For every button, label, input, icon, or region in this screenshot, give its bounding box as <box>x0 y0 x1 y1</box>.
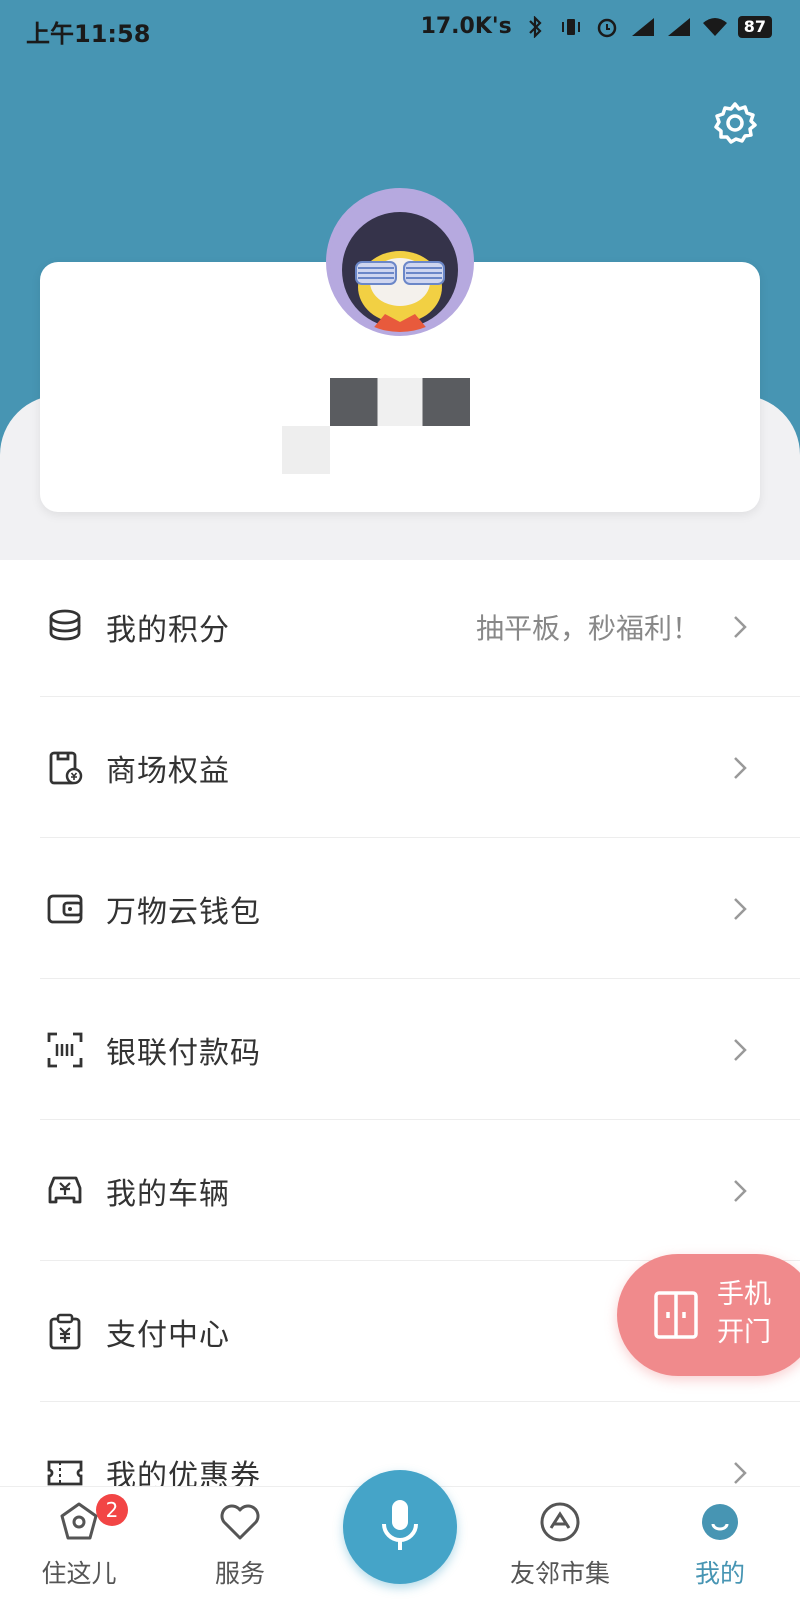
scan-code-icon <box>47 1032 83 1067</box>
tab-label: 服务 <box>214 1559 265 1588</box>
chevron-right-icon <box>734 1461 747 1484</box>
menu-label: 万物云钱包 <box>106 894 261 930</box>
wifi-icon <box>702 17 727 36</box>
menu-list: 我的积分 抽平板，秒福利！ 商场权益 万物云钱包 银联付款码 我的车辆 支付中心… <box>0 556 800 1543</box>
status-time: 上午11:58 <box>26 20 151 48</box>
network-speed: 17.0K's <box>420 14 512 39</box>
menu-item-points[interactable]: 我的积分 抽平板，秒福利！ <box>0 556 800 697</box>
chevron-right-icon <box>734 615 747 638</box>
avatar[interactable] <box>326 188 474 336</box>
settings-gear-icon[interactable] <box>712 100 758 146</box>
tab-neighbor-market[interactable]: 友邻市集 <box>500 1500 620 1600</box>
status-bar: 上午11:58 17.0K's 87 <box>0 0 800 56</box>
bluetooth-icon <box>528 15 542 38</box>
door-icon <box>654 1291 698 1339</box>
menu-item-unionpay-code[interactable]: 银联付款码 <box>0 979 800 1120</box>
tab-services[interactable]: 服务 <box>185 1500 295 1600</box>
chevron-right-icon <box>734 1179 747 1202</box>
menu-label: 支付中心 <box>106 1317 230 1353</box>
car-icon <box>48 1176 82 1203</box>
vibrate-icon <box>561 18 580 35</box>
alarm-icon <box>597 18 616 37</box>
wallet-icon <box>47 894 83 923</box>
tab-label: 友邻市集 <box>509 1559 610 1588</box>
notification-badge: 2 <box>96 1494 128 1526</box>
tab-home[interactable]: 2 住这儿 <box>24 1494 134 1600</box>
payment-clipboard-icon <box>49 1313 81 1349</box>
tab-label: 住这儿 <box>41 1559 117 1588</box>
signal-icon <box>631 17 654 36</box>
voice-assistant-button[interactable] <box>343 1470 457 1584</box>
battery-indicator: 87 <box>737 15 772 38</box>
status-icons: 17.0K's 87 <box>421 14 772 39</box>
chevron-right-icon <box>734 1038 747 1061</box>
tab-label: 我的 <box>694 1559 745 1588</box>
door-button-label: 手机 开门 <box>717 1279 771 1348</box>
home-icon <box>60 1502 98 1540</box>
coins-icon <box>49 609 81 640</box>
menu-label: 银联付款码 <box>106 1035 261 1071</box>
menu-label: 我的积分 <box>106 612 230 648</box>
user-subtitle-blurred <box>282 426 330 474</box>
avatar-image <box>330 192 470 332</box>
profile-face-icon <box>702 1504 738 1540</box>
menu-label: 我的车辆 <box>106 1176 230 1212</box>
chevron-right-icon <box>734 756 747 779</box>
phone-open-door-button[interactable]: 手机 开门 <box>617 1254 800 1376</box>
market-icon <box>540 1502 580 1542</box>
menu-label: 商场权益 <box>106 753 230 789</box>
microphone-icon <box>382 1500 418 1550</box>
username-blurred <box>330 378 470 426</box>
heart-icon <box>220 1504 260 1540</box>
tab-mine[interactable]: 我的 <box>665 1500 775 1600</box>
mall-bag-icon <box>49 751 83 784</box>
menu-promo-text: 抽平板，秒福利！ <box>475 611 700 645</box>
menu-item-vehicles[interactable]: 我的车辆 <box>0 1120 800 1261</box>
menu-item-mall-rights[interactable]: 商场权益 <box>0 697 800 838</box>
chevron-right-icon <box>734 897 747 920</box>
menu-item-wallet[interactable]: 万物云钱包 <box>0 838 800 979</box>
signal-2-icon <box>667 17 690 36</box>
